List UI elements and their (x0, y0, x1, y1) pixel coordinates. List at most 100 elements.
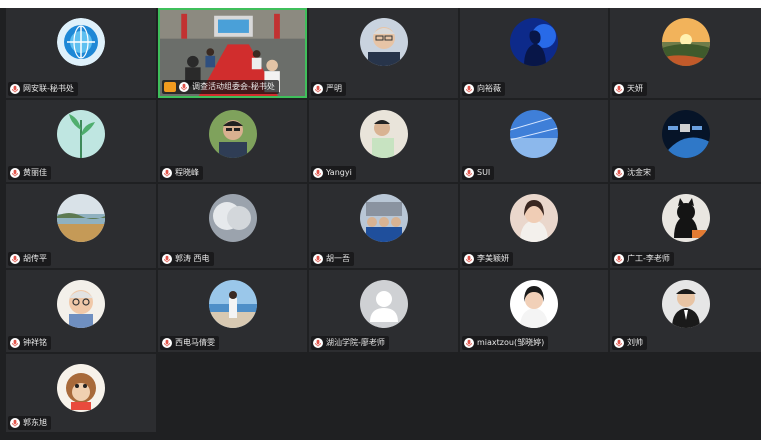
participant-tile[interactable]: 刘帅 (610, 270, 761, 352)
person-white-shirt-avatar (359, 110, 408, 158)
participant-tile[interactable]: 向裕薇 (460, 8, 608, 98)
participant-name: 严明 (326, 84, 342, 93)
participant-name-bar: 沈金宋 (612, 166, 655, 180)
participant-tile[interactable]: 严明 (309, 8, 458, 98)
participant-tile[interactable]: 郭东旭 (6, 354, 156, 432)
participant-tile[interactable]: 沈金宋 (610, 100, 761, 182)
microphone-icon[interactable] (162, 338, 172, 348)
microphone-icon[interactable] (614, 168, 624, 178)
participant-name-bar: 严明 (311, 82, 346, 96)
participant-tile[interactable]: 网安联-秘书处 (6, 8, 156, 98)
participant-name-bar: miaxtzou(邹晓婷) (462, 336, 549, 350)
man-glasses-avatar (359, 18, 408, 66)
participant-tile[interactable]: 广工-李老师 (610, 184, 761, 268)
microphone-icon[interactable] (614, 254, 624, 264)
participant-name: miaxtzou(邹晓婷) (477, 338, 545, 347)
black-cat-avatar (661, 194, 710, 242)
green-plant-avatar (57, 110, 105, 158)
participant-name-bar: 向裕薇 (462, 82, 505, 96)
microphone-icon[interactable] (313, 84, 323, 94)
microphone-icon[interactable] (10, 254, 20, 264)
microphone-icon[interactable] (162, 168, 172, 178)
microphone-icon[interactable] (313, 254, 323, 264)
participant-name-bar: 天妍 (612, 82, 647, 96)
microphone-icon[interactable] (313, 338, 323, 348)
microphone-icon[interactable] (10, 418, 20, 428)
microphone-icon[interactable] (313, 168, 323, 178)
participant-name-bar: 调查活动组委会-秘书处 (162, 80, 279, 94)
participant-name: 李美颖妍 (477, 254, 509, 263)
microphone-icon[interactable] (10, 84, 20, 94)
participant-name: 广工-李老师 (627, 254, 670, 263)
microphone-icon[interactable] (464, 84, 474, 94)
participant-tile[interactable]: 钟祥铭 (6, 270, 156, 352)
participant-name-bar: 程晓峰 (160, 166, 203, 180)
cloud-grey-avatar (208, 194, 257, 242)
participant-tile[interactable]: 黄丽佳 (6, 100, 156, 182)
participant-name: Yangyi (326, 168, 352, 177)
participant-tile[interactable]: 湖汕学院-廖老师 (309, 270, 458, 352)
participant-name-bar: 胡传平 (8, 252, 51, 266)
participant-name: 调查活动组委会-秘书处 (192, 82, 275, 91)
woman-white-avatar (510, 280, 558, 328)
participant-tile[interactable]: 西电马倩雯 (158, 270, 307, 352)
participant-name: 胡传平 (23, 254, 47, 263)
sunset-landscape-avatar (661, 18, 710, 66)
participant-name: 钟祥铭 (23, 338, 47, 347)
participant-name: 程晓峰 (175, 168, 199, 177)
globe-logo-avatar (57, 18, 105, 66)
blue-silhouette-avatar (510, 18, 558, 66)
microphone-icon[interactable] (614, 84, 624, 94)
girl-portrait-avatar (510, 194, 558, 242)
meeting-gallery: 网安联-秘书处 调查活动组委会-秘书处 严明 向裕薇 天妍黄丽佳 程晓峰 Yangyi SU… (0, 8, 761, 440)
participant-name: 湖汕学院-廖老师 (326, 338, 385, 347)
microphone-icon[interactable] (614, 338, 624, 348)
participant-name-bar: 西电马倩雯 (160, 336, 219, 350)
participant-name: 郭东旭 (23, 418, 47, 427)
participant-name-bar: 郭东旭 (8, 416, 51, 430)
participant-name: SUI (477, 168, 491, 177)
satellite-earth-avatar (661, 110, 710, 158)
participant-tile[interactable]: Yangyi (309, 100, 458, 182)
microphone-icon[interactable] (464, 254, 474, 264)
microphone-icon[interactable] (464, 168, 474, 178)
participant-tile[interactable]: 胡一吾 (309, 184, 458, 268)
participant-tile[interactable]: miaxtzou(邹晓婷) (460, 270, 608, 352)
participant-name: 网安联-秘书处 (23, 84, 74, 93)
participant-name-bar: 刘帅 (612, 336, 647, 350)
woman-seaside-avatar (208, 280, 257, 328)
screen-share-icon (164, 82, 176, 92)
participant-tile[interactable]: SUI (460, 100, 608, 182)
participant-name-bar: 李美颖妍 (462, 252, 513, 266)
participant-name: 天妍 (627, 84, 643, 93)
participant-name: 郭涛 西电 (175, 254, 210, 263)
participant-tile[interactable]: 李美颖妍 (460, 184, 608, 268)
participant-name-bar: 黄丽佳 (8, 166, 51, 180)
microphone-icon[interactable] (464, 338, 474, 348)
microphone-icon[interactable] (179, 82, 189, 92)
cartoon-monkey-avatar (57, 364, 105, 412)
man-outdoor-avatar (208, 110, 257, 158)
microphone-icon[interactable] (10, 168, 20, 178)
microphone-icon[interactable] (10, 338, 20, 348)
participant-name: 胡一吾 (326, 254, 350, 263)
participant-name-bar: 广工-李老师 (612, 252, 674, 266)
participant-name-bar: SUI (462, 166, 495, 180)
blue-sky-avatar (510, 110, 558, 158)
participant-name-bar: 钟祥铭 (8, 336, 51, 350)
beach-landscape-avatar (57, 194, 105, 242)
participant-tile[interactable]: 调查活动组委会-秘书处 (158, 8, 307, 98)
participant-tile[interactable]: 天妍 (610, 8, 761, 98)
cartoon-grandpa-avatar (57, 280, 105, 328)
participant-tile[interactable]: 郭涛 西电 (158, 184, 307, 268)
participant-name-bar: 郭涛 西电 (160, 252, 214, 266)
group-photo-avatar (359, 194, 408, 242)
participant-name-bar: 网安联-秘书处 (8, 82, 78, 96)
participant-name-bar: 胡一吾 (311, 252, 354, 266)
default-user-avatar (359, 280, 408, 328)
man-suit-avatar (661, 280, 710, 328)
participant-name: 黄丽佳 (23, 168, 47, 177)
participant-tile[interactable]: 程晓峰 (158, 100, 307, 182)
participant-tile[interactable]: 胡传平 (6, 184, 156, 268)
microphone-icon[interactable] (162, 254, 172, 264)
